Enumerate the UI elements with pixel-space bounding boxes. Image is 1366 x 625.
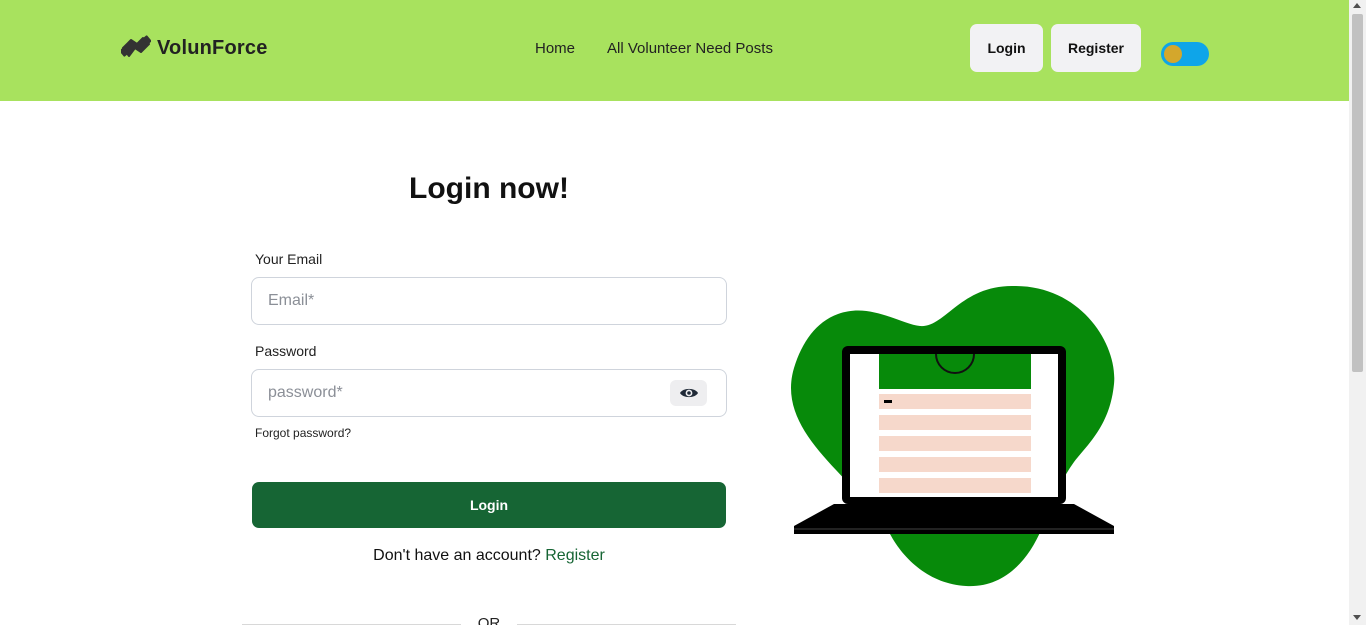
navbar: VolunForce Home All Volunteer Need Posts…	[0, 0, 1349, 101]
laptop-base-highlight	[794, 528, 1114, 530]
brand-logo[interactable]: VolunForce	[121, 34, 268, 62]
header-login-button[interactable]: Login	[970, 24, 1043, 72]
eye-icon	[679, 388, 698, 398]
divider-or-text: OR	[477, 615, 501, 625]
screen-header-block	[879, 354, 1031, 389]
page-title: Login now!	[409, 172, 569, 205]
forgot-password-link[interactable]: Forgot password?	[255, 426, 351, 440]
email-field[interactable]	[251, 277, 727, 325]
signup-prompt-text: Don't have an account?	[373, 547, 541, 564]
laptop-base	[794, 504, 1114, 526]
screen-row	[879, 394, 1031, 409]
scroll-down-arrow-icon[interactable]	[1353, 615, 1361, 620]
header-register-button[interactable]: Register	[1051, 24, 1141, 72]
nav-link-all-volunteer-posts[interactable]: All Volunteer Need Posts	[607, 40, 773, 57]
page-scrollbar[interactable]	[1349, 0, 1366, 625]
password-label: Password	[255, 343, 317, 359]
scroll-up-arrow-icon[interactable]	[1353, 3, 1361, 8]
laptop-login-illustration	[790, 285, 1115, 587]
register-link[interactable]: Register	[545, 547, 605, 564]
password-field[interactable]	[251, 369, 727, 417]
handshake-icon	[121, 35, 151, 57]
screen-row	[879, 478, 1031, 493]
theme-toggle-knob	[1164, 45, 1182, 63]
signup-prompt: Don't have an account? Register	[251, 547, 727, 565]
show-password-button[interactable]	[670, 380, 707, 406]
screen-cursor	[884, 400, 892, 403]
brand-name: VolunForce	[157, 36, 268, 59]
email-label: Your Email	[255, 251, 323, 267]
main-nav: Home All Volunteer Need Posts	[535, 40, 773, 57]
nav-link-home[interactable]: Home	[535, 40, 575, 57]
screen-row	[879, 436, 1031, 451]
screen-row	[879, 415, 1031, 430]
theme-toggle[interactable]	[1161, 42, 1209, 66]
scrollbar-thumb[interactable]	[1352, 14, 1363, 372]
login-submit-button[interactable]: Login	[252, 482, 726, 528]
screen-row	[879, 457, 1031, 472]
